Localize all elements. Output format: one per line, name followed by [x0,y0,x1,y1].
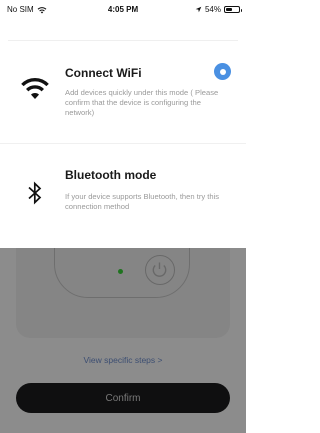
location-arrow-icon [195,6,202,13]
battery-percent: 54% [204,5,221,14]
option-description: If your device supports Bluetooth, then … [65,192,220,211]
option-bluetooth-mode[interactable]: Bluetooth mode If your device supports B… [0,150,246,246]
option-connect-wifi[interactable]: Connect WiFi Add devices quickly under t… [0,45,246,141]
wifi-icon [18,71,52,105]
status-right: 54% [195,5,242,14]
status-bar: No SIM 4:05 PM 54% [0,0,246,20]
option-title: Bluetooth mode [65,168,157,182]
battery-fill [226,8,233,11]
option-description: Add devices quickly under this mode ( Pl… [65,88,219,117]
sheet-top-divider [8,40,238,41]
connection-mode-sheet: Connect WiFi Add devices quickly under t… [0,0,246,248]
bluetooth-icon [18,176,52,210]
radio-dot [219,68,226,75]
option-title: Connect WiFi [65,66,142,80]
option-divider [0,143,246,144]
carrier-group: No SIM [7,5,47,14]
battery-icon [224,6,242,13]
carrier-label: No SIM [7,5,34,14]
wifi-signal-icon [37,6,47,13]
selected-radio-indicator[interactable] [214,63,231,80]
